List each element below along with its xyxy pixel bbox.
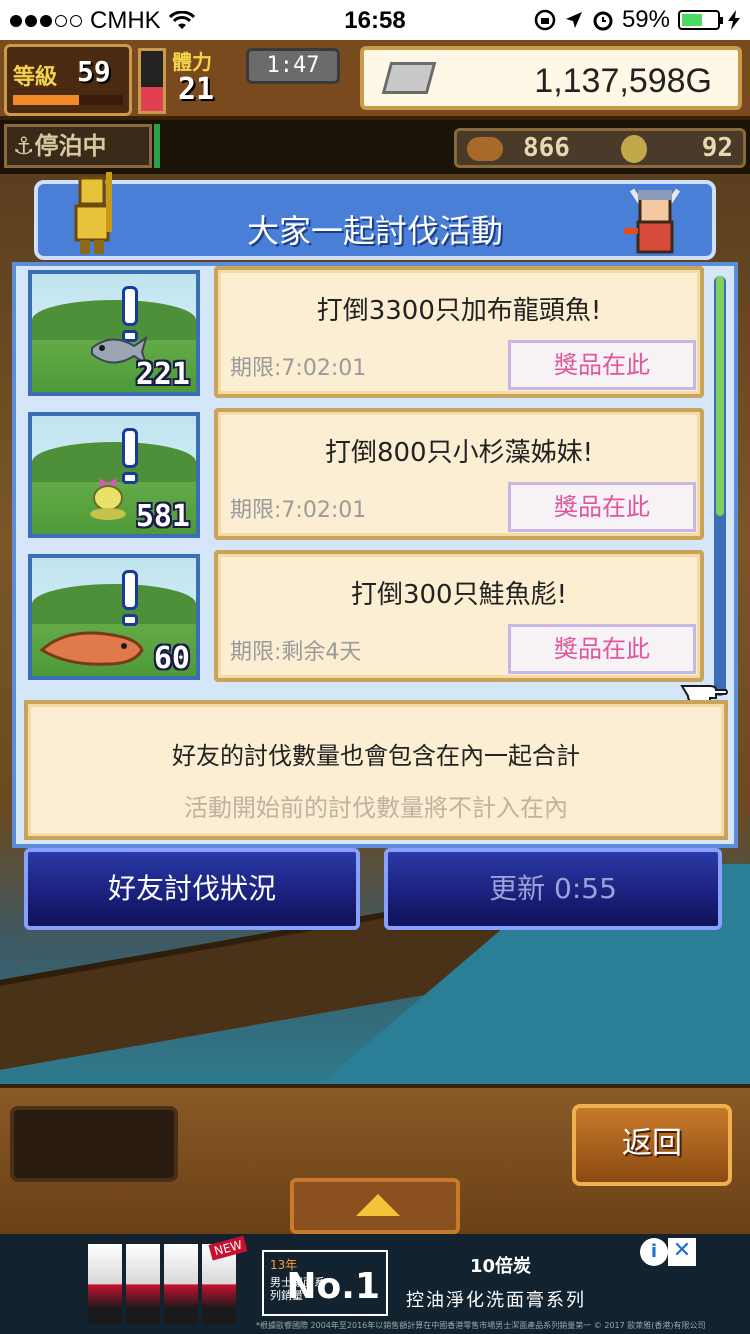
alarm-icon (593, 11, 613, 31)
salmon-monster-icon (39, 631, 144, 666)
panel-body: 221 打倒3300只加布龍頭魚! 期限:7:02:01 獎品在此 581 打倒… (12, 262, 738, 848)
mission-deadline: 期限:7:02:01 (230, 356, 367, 381)
status-bar: CMHK 16:58 59% (0, 0, 750, 40)
mission-deadline: 期限:剩余4天 (230, 640, 362, 665)
mission-deadline: 期限:7:02:01 (230, 498, 367, 523)
exclamation-icon (122, 428, 138, 468)
mission-text: 打倒800只小杉藻姊妹! (324, 438, 594, 468)
medal-icon (621, 135, 647, 163)
battery-percent: 59% (621, 6, 670, 33)
anchored-status[interactable]: ⚓停泊中 (4, 124, 152, 168)
friends-status-button[interactable]: 好友討伐狀況 (24, 848, 360, 930)
ad-subtitle: 控油淨化洗面膏系列 (406, 1290, 586, 1311)
back-button[interactable]: 返回 (572, 1104, 732, 1186)
expand-menu-button[interactable] (290, 1178, 460, 1234)
kill-count: 60 (153, 641, 190, 676)
stamina-gauge (138, 48, 166, 114)
list-item: 60 打倒300只鮭魚彪! 期限:剩余4天 獎品在此 (24, 550, 712, 684)
mission-thumbnail: 581 (28, 412, 200, 538)
event-note: 好友的討伐數量也會包含在內一起合計 活動開始前的討伐數量將不計入在內 (24, 700, 728, 840)
battery-icon (678, 10, 723, 30)
up-arrow-icon (356, 1194, 400, 1216)
gold-display[interactable]: 1,137,598G (360, 46, 742, 110)
silver-bar-icon (381, 62, 437, 94)
note-line-1: 好友的討伐數量也會包含在內一起合計 (172, 742, 580, 770)
ad-close-icon[interactable]: ✕ (668, 1238, 696, 1266)
list-item: 581 打倒800只小杉藻姊妹! 期限:7:02:01 獎品在此 (24, 408, 712, 542)
mission-card: 打倒3300只加布龍頭魚! 期限:7:02:01 獎品在此 (214, 266, 704, 398)
gold-value: 1,137,598G (534, 62, 712, 100)
meat-icon (467, 137, 503, 161)
note-line-2: 活動開始前的討伐數量將不計入在內 (184, 794, 568, 822)
mission-thumbnail: 60 (28, 554, 200, 680)
ad-fine-print: *根據歐睿國際 2004年至2016年以銷售額計算在中國香港零售市場男士潔面產品… (256, 1321, 706, 1330)
award-badge: 13年 男士潔面系列銷量 No.1 (262, 1250, 388, 1316)
status-row: ⚓停泊中 866 92 (0, 124, 750, 174)
ad-banner[interactable]: NEW 13年 男士潔面系列銷量 No.1 10倍炭 控油淨化洗面膏系列 *根據… (0, 1234, 750, 1334)
ad-info-icon[interactable]: i (640, 1238, 668, 1266)
mission-card: 打倒800只小杉藻姊妹! 期限:7:02:01 獎品在此 (214, 408, 704, 540)
viking-girl-icon (624, 188, 681, 254)
rotation-lock-icon (534, 9, 556, 31)
level-value: 59 (77, 55, 111, 88)
exclamation-icon (122, 286, 138, 326)
resource-b-value: 92 (701, 133, 733, 163)
award-no1: No.1 (286, 1266, 380, 1307)
mission-card: 打倒300只鮭魚彪! 期限:剩余4天 獎品在此 (214, 550, 704, 682)
kill-count: 221 (135, 357, 190, 392)
ad-title: 10倍炭 (470, 1256, 532, 1277)
resource-display: 866 92 (454, 128, 746, 168)
level-display: 等級 59 (4, 44, 132, 116)
mission-text: 打倒3300只加布龍頭魚! (316, 296, 602, 326)
empty-slot (10, 1106, 178, 1182)
stamina-value: 21 (178, 72, 215, 107)
bottom-bar: 返回 (0, 1084, 750, 1234)
hunt-event-panel: 221 打倒3300只加布龍頭魚! 期限:7:02:01 獎品在此 581 打倒… (12, 172, 738, 848)
panel-header: 大家一起討伐活動 (34, 180, 716, 260)
refresh-button[interactable]: 更新 0:55 (384, 848, 722, 930)
list-scrollbar[interactable] (714, 276, 726, 696)
kill-count: 581 (135, 499, 190, 534)
prize-button[interactable]: 獎品在此 (508, 482, 696, 532)
status-indicator (154, 124, 160, 168)
level-label: 等級 (13, 65, 58, 90)
mission-text: 打倒300只鮭魚彪! (350, 580, 568, 610)
panel-title: 大家一起討伐活動 (246, 212, 503, 250)
prize-button[interactable]: 獎品在此 (508, 624, 696, 674)
anchored-label: 停泊中 (34, 132, 107, 160)
location-icon (565, 12, 582, 28)
prize-button[interactable]: 獎品在此 (508, 340, 696, 390)
mission-list[interactable]: 221 打倒3300只加布龍頭魚! 期限:7:02:01 獎品在此 581 打倒… (24, 266, 712, 692)
resource-a-value: 866 (523, 133, 570, 163)
stamina-label: 體力 (172, 50, 212, 74)
exp-bar (13, 95, 123, 105)
list-item: 221 打倒3300只加布龍頭魚! 期限:7:02:01 獎品在此 (24, 266, 712, 400)
gold-knight-icon (74, 172, 112, 254)
exclamation-icon (122, 570, 138, 610)
game-hud: 等級 59 體力 21 1:47 1,137,598G (0, 40, 750, 120)
seaweed-sister-icon (90, 478, 126, 520)
charging-icon (728, 10, 740, 30)
mission-thumbnail: 221 (28, 270, 200, 396)
stamina-timer: 1:47 (246, 48, 340, 84)
